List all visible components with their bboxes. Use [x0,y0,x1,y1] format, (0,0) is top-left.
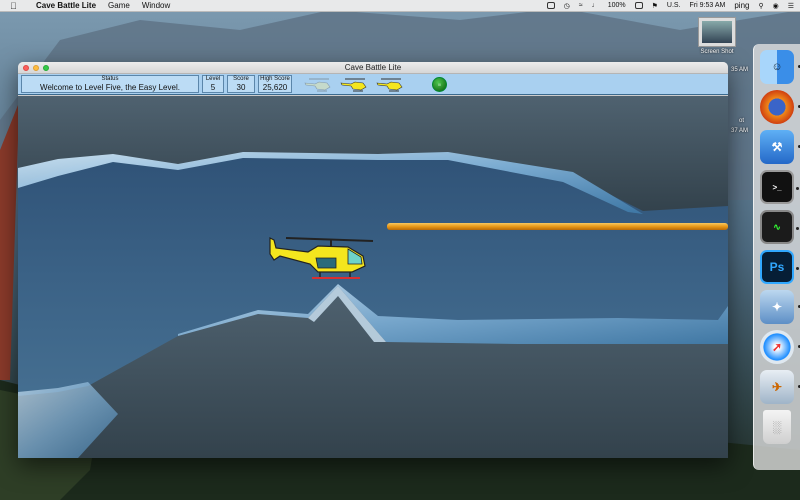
dock-photoshop[interactable]: Ps [760,250,799,284]
lives-indicator [303,75,405,93]
high-score-label: High Score [260,76,290,82]
xcode-icon: ⚒ [771,140,783,154]
battery-percent[interactable]: 100% [608,2,626,9]
file-label: Screen Shot [700,49,734,55]
high-score-panel: High Score 25,620 [258,75,292,93]
dock-activity-monitor[interactable]: ∿ [760,210,799,244]
camera-icon[interactable] [546,2,555,9]
window-titlebar[interactable]: Cave Battle Lite [18,62,728,74]
minimize-button[interactable] [33,65,39,71]
close-button[interactable] [23,65,29,71]
status-panel: Status Welcome to Level Five, the Easy L… [21,75,199,93]
dock: ☺ ⚒ >_ ∿ Ps ✦ ➚ ✈ ░ [753,44,800,470]
dock-safari[interactable]: ➚ [760,330,800,364]
dock-terminal[interactable]: >_ [760,170,799,204]
high-score-value: 25,620 [262,83,288,92]
time-machine-icon[interactable]: ◷ [564,2,570,10]
photoshop-icon: Ps [769,260,785,274]
life-helicopter-icon [376,78,403,91]
level-panel: Level 5 [202,75,224,93]
game-hud: Status Welcome to Level Five, the Easy L… [18,74,728,95]
menu-game[interactable]: Game [108,1,130,10]
status-text: Welcome to Level Five, the Easy Level. [40,83,180,92]
volume-icon[interactable]: ♩ [592,2,599,9]
desktop-file-time-2: 37 AM [731,128,749,134]
trash-icon: ░ [772,420,782,434]
score-label: Score [233,76,249,82]
finder-icon: ☺ [771,61,783,73]
utility-icon: ✈ [771,380,783,394]
apple-icon[interactable]:  [10,1,20,11]
score-value: 30 [236,83,246,92]
wifi-icon[interactable]: ≈ [579,2,583,9]
user-name[interactable]: ping [734,1,749,10]
window-title: Cave Battle Lite [344,63,402,72]
siri-icon[interactable]: ◉ [773,2,779,10]
laser-beam [387,223,728,230]
menu-app-name[interactable]: Cave Battle Lite [36,1,96,10]
dock-trash[interactable]: ░ [763,410,791,444]
desktop-file-time: 35 AM [731,67,749,73]
game-window: Cave Battle Lite Status Welcome to Level… [18,62,728,458]
menubar-clock[interactable]: Fri 9:53 AM [690,2,726,9]
preview-icon: ✦ [771,300,783,314]
dock-preview[interactable]: ✦ [760,290,800,324]
battery-icon[interactable] [634,2,643,9]
input-source[interactable]: U.S. [667,2,681,9]
terminal-icon: >_ [772,182,782,192]
spotlight-icon[interactable]: ⚲ [758,2,763,10]
notification-center-icon[interactable]: ☰ [788,2,794,10]
pause-button[interactable]: II [432,77,447,92]
flag-icon[interactable]: ⚑ [652,2,658,10]
life-helicopter-icon [304,78,331,91]
dock-xcode[interactable]: ⚒ [760,130,800,164]
file-thumbnail [698,17,736,47]
dock-firefox[interactable] [760,90,800,124]
dock-finder[interactable]: ☺ [760,50,800,84]
level-label: Level [205,76,221,82]
safari-icon: ➚ [771,340,783,354]
desktop-screenshot-file[interactable]: Screen Shot [697,17,737,55]
dock-utility[interactable]: ✈ [760,370,800,404]
pause-icon: II [438,82,441,87]
score-panel: Score 30 [227,75,255,93]
level-value: 5 [210,83,216,92]
activity-monitor-icon: ∿ [773,221,781,232]
life-helicopter-icon [340,78,367,91]
desktop-file-label-partial: ot [739,118,745,124]
menu-window[interactable]: Window [142,1,170,10]
status-label: Status [101,76,119,82]
zoom-button[interactable] [43,65,49,71]
menu-bar:  Cave Battle Lite Game Window ◷ ≈ ♩ 100… [0,0,800,12]
game-playfield[interactable] [18,96,728,458]
